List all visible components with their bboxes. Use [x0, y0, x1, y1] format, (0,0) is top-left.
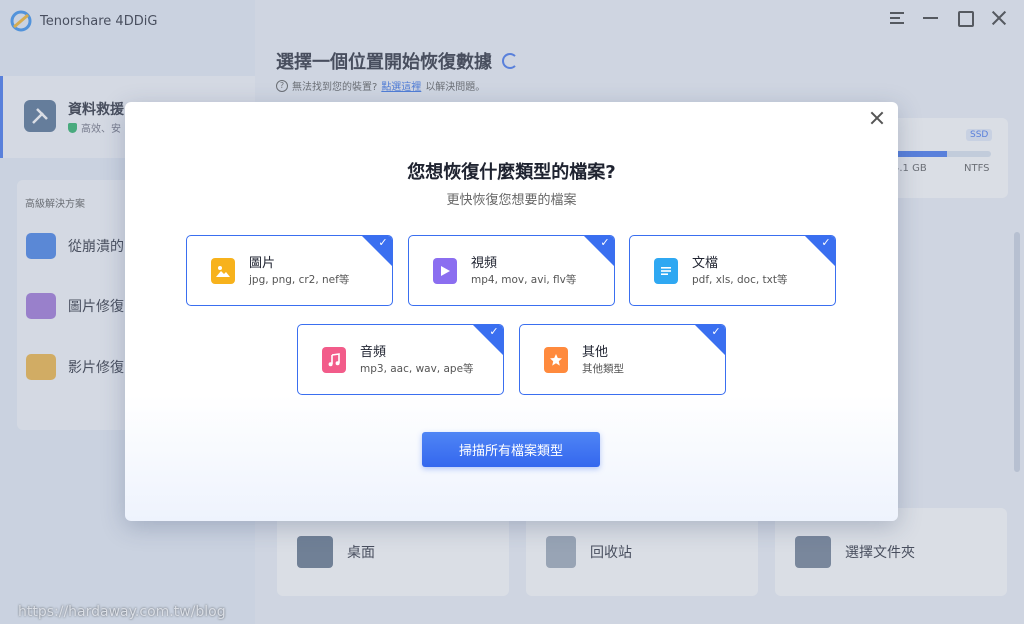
image-icon	[211, 258, 235, 284]
file-type-extensions: mp4, mov, avi, flv等	[471, 274, 577, 286]
star-icon	[544, 347, 568, 373]
file-type-other[interactable]: ✓ 其他 其他類型	[519, 324, 726, 395]
checkmark-icon: ✓	[489, 325, 499, 338]
file-type-name: 音頻	[360, 345, 387, 360]
dialog-close-icon[interactable]	[870, 111, 884, 125]
music-note-icon	[322, 347, 346, 373]
file-type-images[interactable]: ✓ 圖片 jpg, png, cr2, nef等	[186, 235, 393, 306]
dialog-title: 您想恢復什麼類型的檔案?	[407, 162, 616, 183]
checkmark-icon: ✓	[378, 236, 388, 249]
file-type-dialog: 您想恢復什麼類型的檔案? 更快恢復您想要的檔案 ✓ 圖片 jpg, png, c…	[125, 102, 898, 521]
file-type-extensions: jpg, png, cr2, nef等	[249, 274, 350, 286]
file-type-name: 圖片	[249, 256, 276, 271]
file-type-name: 視頻	[471, 256, 498, 271]
file-type-audio[interactable]: ✓ 音頻 mp3, aac, wav, ape等	[297, 324, 504, 395]
file-type-name: 文檔	[692, 256, 719, 271]
file-type-videos[interactable]: ✓ 視頻 mp4, mov, avi, flv等	[408, 235, 615, 306]
dialog-subtitle: 更快恢復您想要的檔案	[446, 193, 577, 208]
file-type-name: 其他	[582, 345, 609, 360]
play-icon	[433, 258, 457, 284]
file-type-extensions: 其他類型	[582, 363, 624, 375]
checkmark-icon: ✓	[600, 236, 610, 249]
checkmark-icon: ✓	[821, 236, 831, 249]
scan-all-types-button[interactable]: 掃描所有檔案類型	[422, 432, 600, 467]
file-type-extensions: pdf, xls, doc, txt等	[692, 274, 788, 286]
file-type-documents[interactable]: ✓ 文檔 pdf, xls, doc, txt等	[629, 235, 836, 306]
document-icon	[654, 258, 678, 284]
checkmark-icon: ✓	[711, 325, 721, 338]
file-type-extensions: mp3, aac, wav, ape等	[360, 363, 474, 375]
